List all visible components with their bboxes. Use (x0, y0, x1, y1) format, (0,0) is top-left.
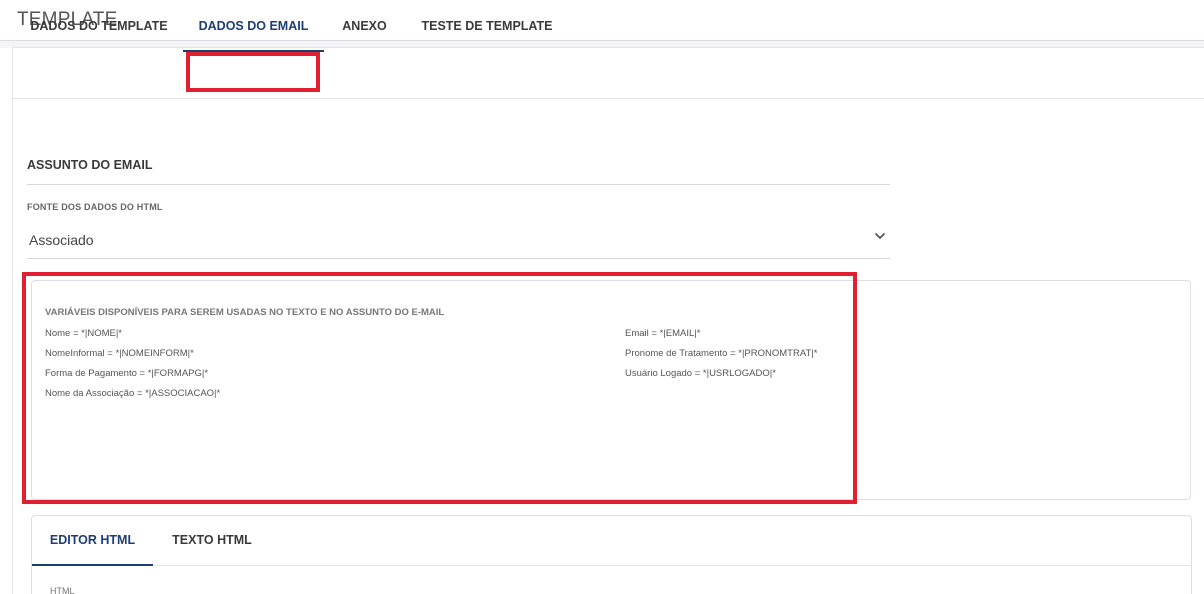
variable-usuario-logado: Usuário Logado = *|USRLOGADO|* (625, 368, 776, 379)
select-underline (27, 258, 890, 259)
variable-pronome-de-tratamento: Pronome de Tratamento = *|PRONOMTRAT|* (625, 348, 818, 359)
subject-divider (27, 184, 890, 185)
tab-dados-do-email[interactable]: DADOS DO EMAIL (183, 0, 324, 52)
variable-nomeinformal: NomeInformal = *|NOMEINFORM|* (45, 348, 194, 359)
variable-nome: Nome = *|NOME|* (45, 328, 122, 339)
tab-teste-de-template[interactable]: TESTE DE TEMPLATE (412, 0, 562, 52)
tab-texto-html[interactable]: TEXTO HTML (158, 516, 266, 566)
chevron-down-icon[interactable] (873, 229, 887, 243)
variable-forma-de-pagamento: Forma de Pagamento = *|FORMAPG|* (45, 368, 209, 379)
tab-anexo[interactable]: ANEXO (333, 0, 396, 52)
tab-dados-do-template[interactable]: DADOS DO TEMPLATE (18, 0, 180, 52)
variables-title: VARIÁVEIS DISPONÍVEIS PARA SEREM USADAS … (45, 307, 445, 318)
html-source-select[interactable]: Associado (29, 232, 94, 248)
email-subject-heading: ASSUNTO DO EMAIL (27, 158, 153, 172)
variable-email: Email = *|EMAIL|* (625, 328, 701, 339)
tab-editor-html[interactable]: EDITOR HTML (32, 516, 153, 566)
html-field-label: HTML (50, 586, 75, 594)
tab-bar (12, 47, 1204, 99)
html-source-label: FONTE DOS DADOS DO HTML (27, 202, 163, 212)
variable-nome-da-associacao: Nome da Associação = *|ASSOCIACAO|* (45, 388, 221, 399)
